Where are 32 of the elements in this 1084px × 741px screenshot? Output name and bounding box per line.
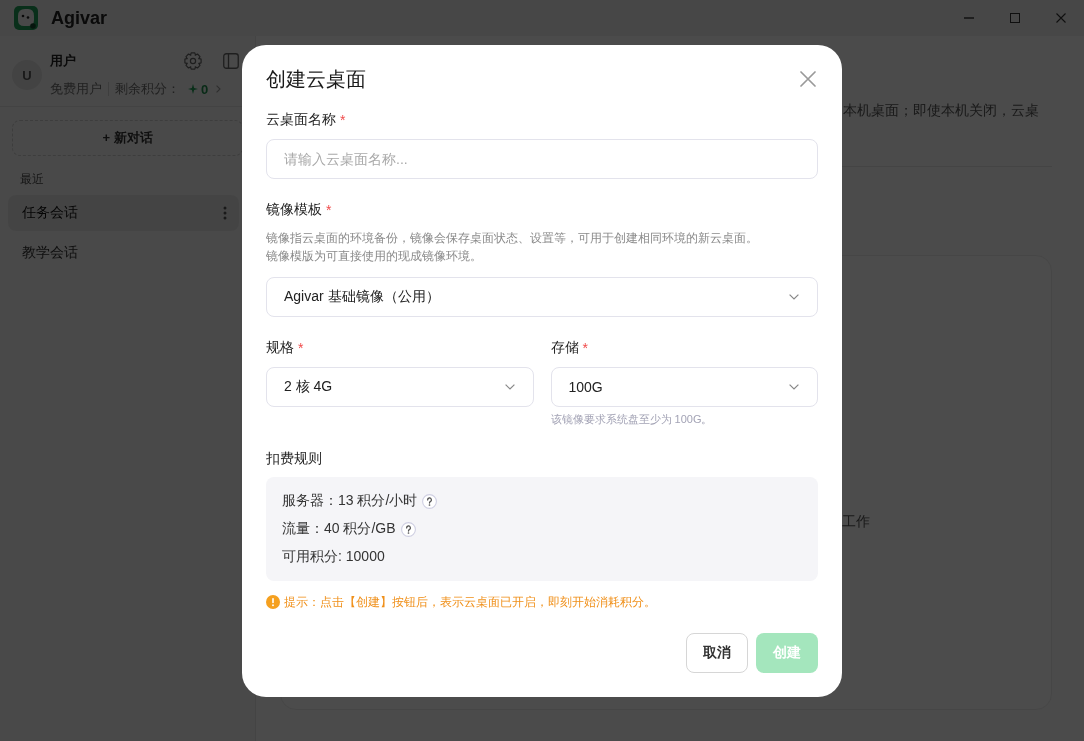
select-dropdown[interactable]: Agivar 基础镜像（公用） [266,277,818,317]
required-asterisk: * [340,112,346,128]
billing-line: 服务器：13 积分/小时 [282,492,418,510]
points-value: 0 [201,81,209,97]
field-description: 镜像模版为可直接使用的现成镜像环境。 [266,248,482,265]
select-dropdown[interactable]: 100G [550,367,818,407]
chevron-down-icon [789,294,799,300]
field-description: 镜像指云桌面的环境备份，镜像会保存桌面状态、设置等，可用于创建相同环境的新云桌面。 [266,230,758,247]
user-name: 用户 [50,52,76,70]
help-icon[interactable] [422,493,438,509]
chevron-down-icon [504,384,515,390]
section-title: 扣费规则 [266,449,322,468]
field-label: 云桌面名称 [266,111,336,129]
chevron-down-icon [789,384,799,390]
warning-icon [266,595,280,609]
billing-line: 可用积分: 10000 [282,548,385,566]
help-icon[interactable] [400,521,416,537]
notice-text: 提示：点击【创建】按钮后，表示云桌面已开启，即刻开始消耗积分。 [284,594,656,611]
required-asterisk: * [582,340,588,356]
field-hint: 该镜像要求系统盘至少为 100G。 [550,412,713,427]
app-name: Agivar [51,7,108,29]
cancel-button[interactable]: 取消 [686,633,748,673]
close-icon[interactable] [800,71,816,87]
required-asterisk: * [298,340,304,356]
select-dropdown[interactable]: 2 核 4G [266,367,534,407]
field-label: 存储 [550,339,579,357]
required-asterisk: * [326,202,332,218]
text-input[interactable]: 请输入云桌面名称... [266,139,818,179]
dialog-title: 创建云桌面 [266,67,366,92]
field-label: 镜像模板 [266,201,322,219]
billing-line: 流量：40 积分/GB [282,520,396,538]
field-label: 规格 [266,339,294,357]
